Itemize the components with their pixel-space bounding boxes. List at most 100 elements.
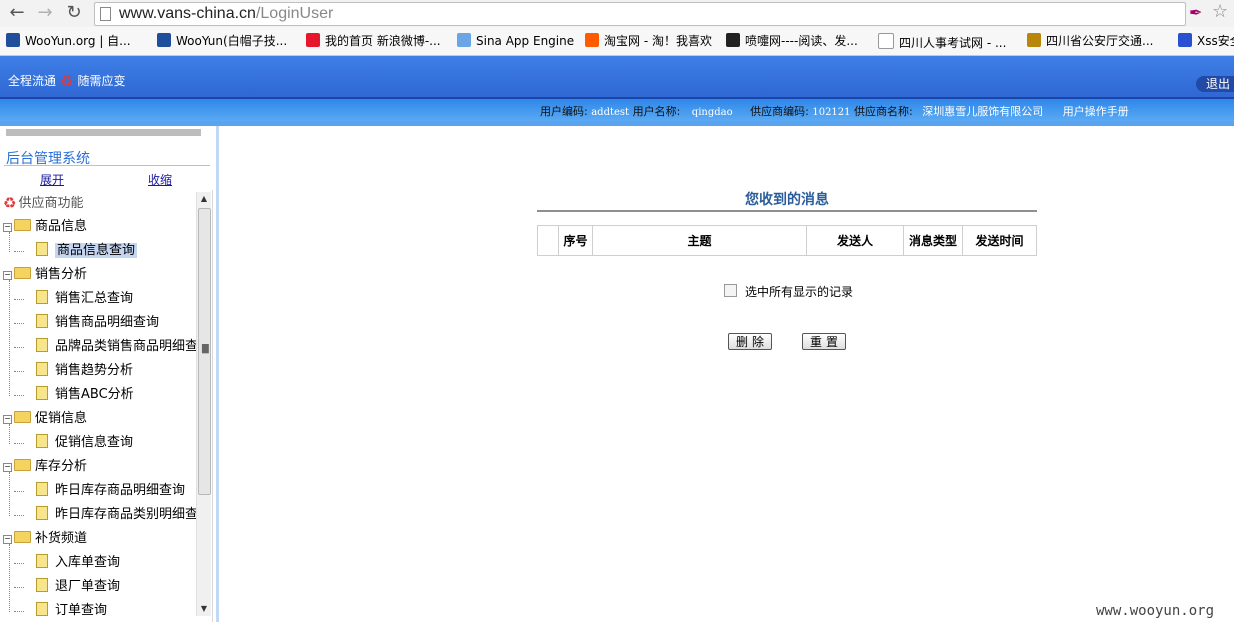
tree-leaf[interactable]: 销售趋势分析 [14,359,133,383]
recycle-logo-icon: ♻ [60,72,74,90]
document-icon [36,362,48,376]
bookmark-label: 我的首页 新浪微博-... [325,34,441,48]
tree-leaf-label: 昨日库存商品类别明细查 [55,507,199,522]
tree-leaf[interactable]: 促销信息查询 [14,431,133,455]
tree-leaf-label: 品牌品类销售商品明细查 [55,339,199,354]
tree-leaf[interactable]: 品牌品类销售商品明细查 [14,335,199,359]
tree-connector [14,299,24,300]
tree-leaf[interactable]: 昨日库存商品明细查询 [14,479,186,503]
bookmark-item[interactable]: Sina App Engine [457,33,574,49]
police-icon [1027,33,1041,47]
tree-group[interactable]: − 销售分析 [3,263,87,287]
reload-icon[interactable]: ↻ [63,2,85,24]
user-code-label: 用户编码: [540,105,588,118]
bookmark-item[interactable]: 四川人事考试网 - ... [878,33,1006,50]
tree-leaf[interactable]: 商品信息查询 [14,239,138,263]
tree-connector [14,323,24,324]
select-all-checkbox[interactable] [724,284,737,297]
tree-connector [9,472,10,516]
supplier-name-value: 深圳惠雪儿服饰有限公司 [922,105,1044,118]
scroll-thumb[interactable]: ▬ ▬ ▬ [198,208,211,495]
user-name-label: 用户名称: [632,105,681,118]
tree-group[interactable]: − 商品信息 [3,215,87,239]
collapse-minus-icon[interactable]: − [3,223,12,232]
user-code-value: addtest [591,107,630,118]
col-send-time: 发送时间 [962,225,1037,256]
app-header: 全程流通 ♻ 随需应变 退出 [0,56,1234,98]
bookmark-item[interactable]: 喷嚏网----阅读、发... [726,33,858,49]
expand-all-link[interactable]: 展开 [40,171,64,188]
slogan-right: 随需应变 [77,74,126,88]
grip-icon: ▬ ▬ ▬ [201,341,210,357]
tree-connector [14,611,24,612]
bookmark-label: WooYun.org | 自... [25,34,131,48]
logout-button[interactable]: 退出 [1196,76,1234,92]
tree-group[interactable]: − 库存分析 [3,455,87,479]
tree-connector [14,371,24,372]
pen-extension-icon[interactable]: ✒ [1189,3,1202,22]
tree-group[interactable]: − 促销信息 [3,407,87,431]
header-slogan: 全程流通 ♻ 随需应变 [8,72,125,90]
tree-connector [14,395,24,396]
bookmark-label: 四川省公安厅交通... [1046,34,1154,48]
tree-leaf-label: 昨日库存商品明细查询 [55,483,186,498]
messages-table: 序号 主题 发送人 消息类型 发送时间 [537,225,1037,256]
supplier-code-label: 供应商编码: [750,105,809,118]
select-all-label: 选中所有显示的记录 [745,285,854,299]
bookmark-item[interactable]: WooYun.org | 自... [6,33,131,49]
tree-connector [14,491,24,492]
tree-leaf[interactable]: 销售商品明细查询 [14,311,159,335]
bookmark-label: WooYun(白帽子技... [176,34,288,48]
tree-group[interactable]: − 补货频道 [3,527,87,551]
tree-leaf[interactable]: 退厂单查询 [14,575,120,599]
forward-arrow-icon[interactable]: → [34,2,56,24]
sidebar: 后台管理系统 展开 收缩 ♻ 供应商功能 − 商品信息 商品信息查询 − 销售分析 销售汇总查… [0,126,216,622]
tree-connector [9,280,10,396]
collapse-minus-icon[interactable]: − [3,535,12,544]
bookmark-item[interactable]: Xss安全 [1178,33,1234,49]
document-icon [36,434,48,448]
tree-leaf-label: 销售ABC分析 [55,387,134,402]
supplier-code-value: 102121 [812,107,851,118]
user-info-bar: 用户编码: addtest 用户名称: qingdao 供应商编码: 10212… [0,99,1234,121]
tree-leaf[interactable]: 昨日库存商品类别明细查 [14,503,199,527]
bookmark-item[interactable]: WooYun(白帽子技... [157,33,287,49]
collapse-all-link[interactable]: 收缩 [148,171,172,188]
address-url[interactable]: www.vans-china.cn/LoginUser [119,4,333,23]
page-icon [878,33,894,49]
scroll-up-icon[interactable]: ▲ [197,192,211,206]
user-name-value: qingdao [691,107,733,118]
tree-leaf[interactable]: 入库单查询 [14,551,120,575]
supplier-name-label: 供应商名称: [854,105,913,118]
url-host: www.vans-china.cn [119,5,256,22]
col-message-type: 消息类型 [903,225,963,256]
tree-connector [9,424,10,444]
scroll-down-icon[interactable]: ▼ [197,602,211,616]
document-icon [36,482,48,496]
taobao-icon [585,33,599,47]
bookmark-item[interactable]: 四川省公安厅交通... [1027,33,1153,49]
function-tree: ♻ 供应商功能 − 商品信息 商品信息查询 − 销售分析 销售汇总查询 销售商品明细查询品牌品类… [0,190,213,622]
tree-root-label: 供应商功能 [18,196,84,211]
tree-leaf[interactable]: 销售ABC分析 [14,383,134,407]
collapse-minus-icon[interactable]: − [3,463,12,472]
collapse-minus-icon[interactable]: − [3,415,12,424]
reset-button[interactable]: 重置 [802,333,846,350]
tree-scrollbar[interactable]: ▲ ▬ ▬ ▬ ▼ [196,192,211,616]
messages-title: 您收到的消息 [745,192,829,208]
paw-icon [1178,33,1192,47]
tree-root[interactable]: ♻ 供应商功能 [3,191,83,215]
title-underline [537,210,1037,212]
user-manual-link[interactable]: 用户操作手册 [1063,105,1129,118]
document-icon [36,386,48,400]
document-icon [36,242,48,256]
delete-button[interactable]: 删除 [728,333,772,350]
back-arrow-icon[interactable]: ← [6,2,28,24]
address-bar[interactable]: www.vans-china.cn/LoginUser [94,2,1186,26]
tree-leaf[interactable]: 订单查询 [14,599,107,622]
tree-leaf[interactable]: 销售汇总查询 [14,287,133,311]
collapse-minus-icon[interactable]: − [3,271,12,280]
bookmark-star-icon[interactable]: ☆ [1212,1,1228,22]
bookmark-item[interactable]: 我的首页 新浪微博-... [306,33,441,49]
bookmark-item[interactable]: 淘宝网 - 淘！我喜欢 [585,33,712,49]
